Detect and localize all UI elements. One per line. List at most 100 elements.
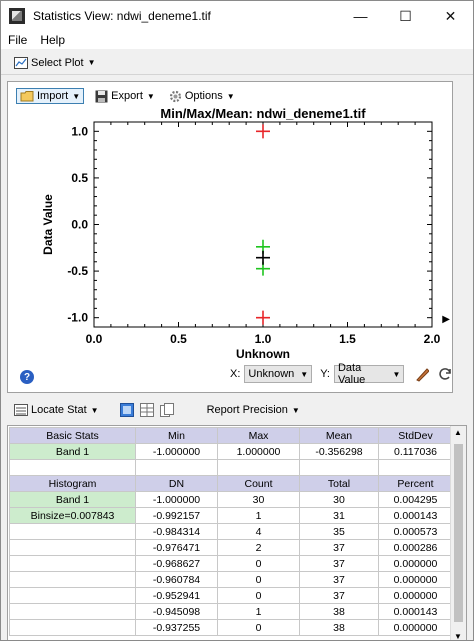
export-button[interactable]: Export ▼ xyxy=(92,88,158,105)
empty-cell xyxy=(9,555,136,572)
scroll-up-icon[interactable]: ▲ xyxy=(454,428,462,437)
import-label: Import xyxy=(37,90,69,102)
histogram-row: -0.968627 0 37 0.000000 xyxy=(9,555,453,572)
histogram-cell[interactable]: -1.000000 xyxy=(135,491,218,508)
scroll-down-icon[interactable]: ▼ xyxy=(454,632,462,640)
histogram-cell[interactable]: 0.000000 xyxy=(378,619,453,636)
empty-cell xyxy=(9,603,136,620)
histogram-cell[interactable]: 0 xyxy=(217,619,300,636)
histogram-cell[interactable]: -0.976471 xyxy=(135,539,218,556)
spacer-row xyxy=(9,459,453,476)
histogram-cell[interactable]: 35 xyxy=(299,523,379,540)
options-label: Options xyxy=(184,90,223,102)
histogram-cell[interactable]: 0 xyxy=(217,571,300,588)
histogram-cell[interactable]: 38 xyxy=(299,603,379,620)
basic-stats-header-row: Basic Stats Min Max Mean StdDev xyxy=(9,427,453,444)
report-precision-button[interactable]: Report Precision ▼ xyxy=(204,402,303,418)
menu-bar: File Help xyxy=(1,31,473,49)
empty-cell xyxy=(9,523,136,540)
histogram-cell[interactable]: 0.000000 xyxy=(378,587,453,604)
menu-help[interactable]: Help xyxy=(33,33,71,47)
column-header: Percent xyxy=(378,475,453,492)
histogram-cell[interactable]: 37 xyxy=(299,539,379,556)
histogram-cell[interactable]: 0.000143 xyxy=(378,603,453,620)
empty-cell xyxy=(9,571,136,588)
maximize-button[interactable]: ☐ xyxy=(383,1,428,31)
import-button[interactable]: Import ▼ xyxy=(16,88,85,104)
basic-stats-row: Band 1 -1.000000 1.000000 -0.356298 0.117036 xyxy=(9,443,453,460)
histogram-cell[interactable]: 38 xyxy=(299,619,379,636)
empty-cell xyxy=(9,587,136,604)
histogram-cell[interactable]: 1 xyxy=(217,507,300,524)
single-panel-view-icon[interactable] xyxy=(119,403,134,417)
stat-cell[interactable]: -1.000000 xyxy=(135,443,218,460)
plot-icon xyxy=(14,56,28,69)
histogram-cell[interactable]: 2 xyxy=(217,539,300,556)
histogram-cell[interactable]: 4 xyxy=(217,523,300,540)
refresh-icon[interactable] xyxy=(437,366,452,382)
column-header: Mean xyxy=(299,427,379,444)
stat-cell[interactable]: 1.000000 xyxy=(217,443,300,460)
pencil-icon[interactable] xyxy=(414,366,430,382)
menu-file[interactable]: File xyxy=(1,33,33,47)
y-tick-label: 1.0 xyxy=(71,124,88,138)
scroll-thumb[interactable] xyxy=(454,444,463,622)
chevron-down-icon: ▼ xyxy=(87,58,96,67)
histogram-cell[interactable]: -0.960784 xyxy=(135,571,218,588)
options-button[interactable]: Options ▼ xyxy=(166,88,238,105)
histogram-cell[interactable]: 37 xyxy=(299,571,379,588)
stat-cell[interactable]: -0.356298 xyxy=(299,443,379,460)
x-axis-select[interactable]: Unknown ▼ xyxy=(244,365,313,383)
min-max-mean-plot[interactable]: Min/Max/Mean: ndwi_deneme1.tif 0.0 0.5 1.0 1… xyxy=(8,82,454,394)
select-plot-button[interactable]: Select Plot ▼ xyxy=(11,55,99,71)
histogram-cell[interactable]: 1 xyxy=(217,603,300,620)
row-label: Binsize=0.007843 xyxy=(9,507,136,524)
histogram-row: -0.984314 4 35 0.000573 xyxy=(9,523,453,540)
x-axis-value: Unknown xyxy=(248,368,295,380)
expand-panel-arrow-icon[interactable]: ▶ xyxy=(442,314,450,325)
x-tick-label: 2.0 xyxy=(424,332,441,346)
close-button[interactable]: ✕ xyxy=(428,1,473,31)
y-axis-label: Y: xyxy=(320,368,330,380)
histogram-cell[interactable]: -0.937255 xyxy=(135,619,218,636)
histogram-cell[interactable]: 0.000573 xyxy=(378,523,453,540)
stat-cell[interactable]: 0.117036 xyxy=(378,443,453,460)
column-header: DN xyxy=(135,475,218,492)
y-axis-value: Data Value xyxy=(337,362,366,386)
x-axis-title: Unknown xyxy=(236,347,290,361)
histogram-cell[interactable]: 0 xyxy=(217,555,300,572)
copy-icon[interactable] xyxy=(159,403,174,417)
histogram-cell[interactable]: 0.000000 xyxy=(378,571,453,588)
x-tick-label: 1.5 xyxy=(339,332,356,346)
x-axis-label: X: xyxy=(230,368,241,380)
histogram-cell[interactable]: -0.984314 xyxy=(135,523,218,540)
histogram-cell[interactable]: 37 xyxy=(299,587,379,604)
minimize-button[interactable]: — xyxy=(338,1,383,31)
help-icon[interactable]: ? xyxy=(20,370,34,384)
histogram-cell[interactable]: 0 xyxy=(217,587,300,604)
vertical-scrollbar[interactable]: ▲ ▼ xyxy=(450,426,466,640)
histogram-cell[interactable]: 0.004295 xyxy=(378,491,453,508)
histogram-cell[interactable]: 0.000286 xyxy=(378,539,453,556)
histogram-cell[interactable]: 30 xyxy=(217,491,300,508)
histogram-cell[interactable]: 30 xyxy=(299,491,379,508)
plot-toolbar: Import ▼ Export ▼ Options ▼ xyxy=(16,86,238,106)
row-label: Band 1 xyxy=(9,491,136,508)
grid-view-icon[interactable] xyxy=(139,403,154,417)
y-tick-label: -1.0 xyxy=(67,311,88,325)
chevron-down-icon: ▼ xyxy=(300,369,309,379)
locate-stat-label: Locate Stat xyxy=(31,404,87,416)
locate-stat-button[interactable]: Locate Stat ▼ xyxy=(11,402,102,418)
histogram-cell[interactable]: -0.952941 xyxy=(135,587,218,604)
histogram-cell[interactable]: -0.992157 xyxy=(135,507,218,524)
histogram-cell[interactable]: 0.000143 xyxy=(378,507,453,524)
chevron-down-icon: ▼ xyxy=(392,369,401,379)
histogram-cell[interactable]: 31 xyxy=(299,507,379,524)
select-plot-bar: Select Plot ▼ xyxy=(1,51,473,75)
histogram-cell[interactable]: -0.945098 xyxy=(135,603,218,620)
histogram-cell[interactable]: -0.968627 xyxy=(135,555,218,572)
histogram-cell[interactable]: 37 xyxy=(299,555,379,572)
column-header: StdDev xyxy=(378,427,453,444)
histogram-cell[interactable]: 0.000000 xyxy=(378,555,453,572)
y-axis-select[interactable]: Data Value ▼ xyxy=(333,362,405,386)
